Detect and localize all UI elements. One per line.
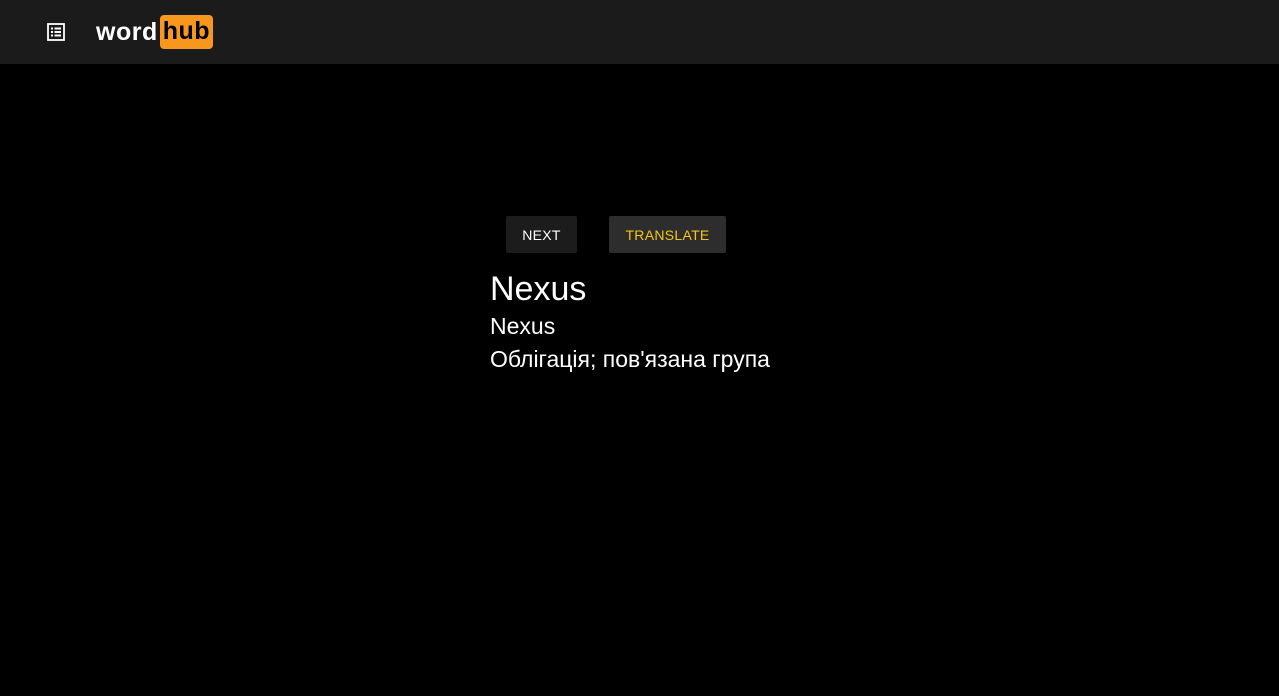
- list-menu-icon: [47, 23, 65, 41]
- word-translation: Облігація; пов'язана група: [490, 346, 770, 372]
- translate-button[interactable]: TRANSLATE: [609, 216, 726, 253]
- next-button[interactable]: NEXT: [506, 216, 577, 253]
- word-secondary: Nexus: [490, 313, 556, 339]
- logo-hub-badge: hub: [159, 15, 214, 49]
- menu-button[interactable]: [40, 16, 72, 48]
- word-title: Nexus: [490, 270, 587, 308]
- logo-word-text: word: [96, 17, 158, 46]
- wordhub-logo[interactable]: word hub: [96, 15, 214, 49]
- top-app-bar: word hub: [0, 0, 1279, 64]
